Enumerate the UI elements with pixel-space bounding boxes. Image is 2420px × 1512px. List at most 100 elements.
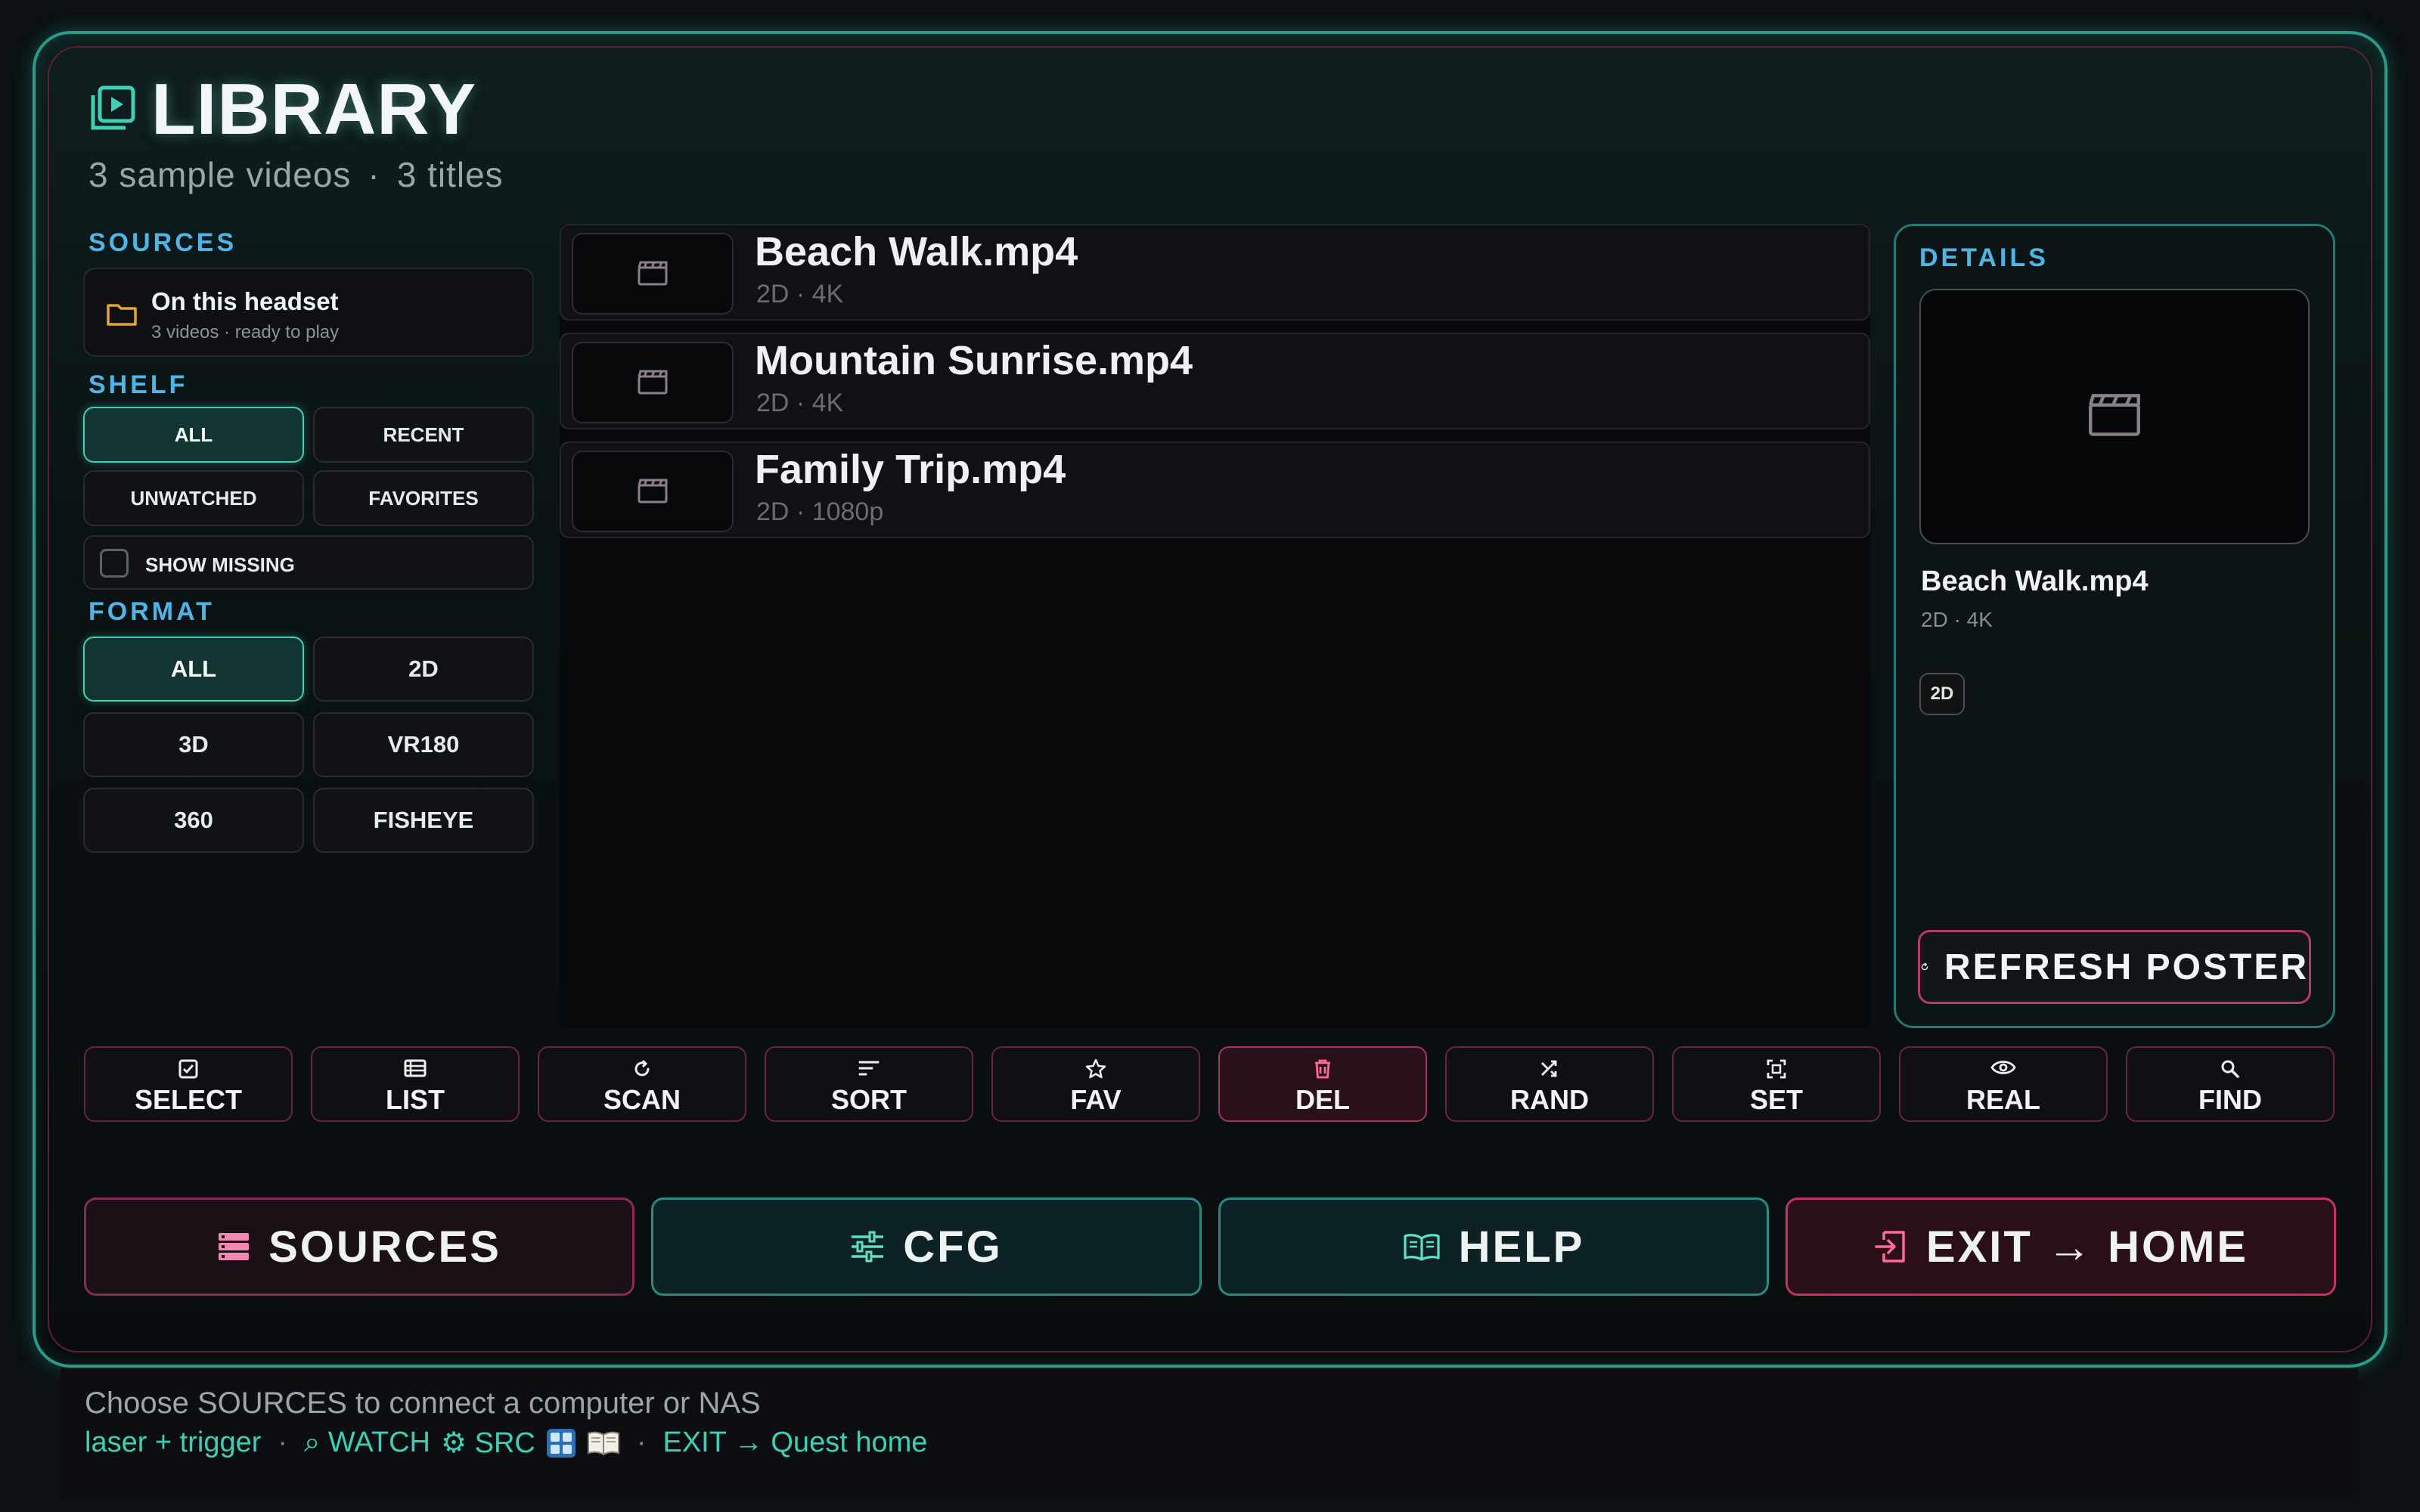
clapperboard-icon [638,479,668,503]
list-icon [404,1059,427,1077]
search-icon [2221,1060,2239,1078]
format-badge: 2D [1919,673,1965,715]
folder-icon [107,304,137,326]
source-on-headset[interactable]: On this headset 3 videos · ready to play [83,268,534,357]
details-section-label: DETAILS [1919,243,2049,272]
find-label: FIND [2198,1084,2262,1115]
find-button[interactable]: FIND [2126,1046,2335,1122]
controls-legend: laser + trigger · ⌕ WATCH ⚙ SRC · EXIT →… [85,1426,927,1460]
select-button[interactable]: SELECT [84,1046,293,1122]
format-fisheye-chip[interactable]: FISHEYE [313,788,534,853]
clapperboard-icon [638,370,668,395]
shelf-recent-chip[interactable]: RECENT [313,407,534,463]
source-name: On this headset [151,287,339,315]
watch-hint: ⌕ WATCH [304,1427,430,1458]
refresh-poster-label: REFRESH POSTER [1944,947,2309,987]
exit-home-button[interactable]: EXIT → HOME [1786,1198,2336,1296]
settings-icon [1767,1059,1786,1079]
video-meta: 2D · 4K [756,389,844,417]
legend-separator: · [278,1427,288,1458]
shelf-section-label: SHELF [88,370,188,399]
sliders-icon [852,1231,884,1263]
star-icon [1085,1058,1106,1079]
video-meta: 2D · 1080p [756,497,884,526]
show-missing-checkbox[interactable] [100,549,129,578]
scan-label: SCAN [603,1084,681,1115]
video-count: 3 sample videos [88,155,352,194]
sources-nav-label: SOURCES [268,1222,501,1272]
video-thumbnail [572,233,734,314]
help-nav-button[interactable]: HELP [1218,1198,1769,1296]
delete-label: DEL [1295,1084,1350,1115]
server-icon [219,1233,250,1260]
detail-video-meta: 2D · 4K [1921,608,1993,631]
video-name: Mountain Sunrise.mp4 [755,338,1193,383]
shelf-all-chip[interactable]: ALL [83,407,304,463]
format-vr180-chip[interactable]: VR180 [313,712,534,777]
clapperboard-icon [2089,394,2140,436]
list-label: LIST [386,1084,445,1115]
video-name: Beach Walk.mp4 [755,229,1078,274]
format-360-chip[interactable]: 360 [83,788,304,853]
cfg-nav-button[interactable]: CFG [651,1198,1202,1296]
select-label: SELECT [134,1084,242,1115]
laser-hint: laser + trigger [85,1427,262,1458]
sources-nav-button[interactable]: SOURCES [84,1198,634,1296]
eye-icon [1990,1061,2016,1074]
library-summary: 3 sample videos · 3 titles [88,154,504,195]
open-book-icon [587,1431,619,1455]
book-icon [1404,1234,1440,1261]
video-thumbnail [572,451,734,532]
sort-button[interactable]: SORT [765,1046,973,1122]
sort-icon [858,1061,880,1076]
trash-icon [1315,1059,1330,1079]
tiles-icon [546,1428,576,1458]
cfg-nav-label: CFG [903,1222,1003,1272]
poster-preview [1919,289,2310,544]
refresh-icon [634,1059,650,1077]
set-button[interactable]: SET [1672,1046,1881,1122]
video-row[interactable]: Mountain Sunrise.mp4 2D · 4K [560,333,1870,429]
summary-separator: · [368,155,380,194]
checkbox-icon [178,1059,198,1079]
format-2d-chip[interactable]: 2D [313,637,534,702]
src-hint: ⚙ SRC [440,1427,535,1459]
format-all-chip[interactable]: ALL [83,637,304,702]
random-button[interactable]: RAND [1445,1046,1654,1122]
video-row[interactable]: Beach Walk.mp4 2D · 4K [560,224,1870,321]
detail-video-name: Beach Walk.mp4 [1921,565,2149,597]
source-meta: 3 videos · ready to play [151,322,340,342]
sort-label: SORT [830,1084,907,1115]
video-row[interactable]: Family Trip.mp4 2D · 1080p [560,442,1870,538]
set-label: SET [1749,1084,1803,1115]
video-name: Family Trip.mp4 [755,447,1066,492]
scan-button[interactable]: SCAN [538,1046,746,1122]
exit-hint: EXIT → Quest home [662,1427,928,1458]
legend-separator: · [636,1427,647,1458]
favorite-label: FAV [1070,1084,1122,1115]
video-meta: 2D · 4K [756,280,844,308]
format-section-label: FORMAT [88,597,215,626]
list-button[interactable]: LIST [311,1046,520,1122]
real-label: REAL [1966,1084,2040,1115]
format-3d-chip[interactable]: 3D [83,712,304,777]
show-missing-label: SHOW MISSING [145,553,295,576]
footer-hint: Choose SOURCES to connect a computer or … [85,1387,761,1420]
title-count: 3 titles [396,155,504,194]
sources-section-label: SOURCES [88,228,237,257]
favorite-button[interactable]: FAV [991,1046,1200,1122]
shuffle-icon [1541,1060,1557,1077]
help-nav-label: HELP [1458,1222,1585,1272]
random-label: RAND [1510,1084,1589,1115]
clapperboard-icon [638,261,668,286]
page-title: LIBRARY [151,69,477,150]
delete-button[interactable]: DEL [1218,1046,1427,1122]
show-missing-toggle[interactable]: SHOW MISSING [83,535,534,590]
shelf-unwatched-chip[interactable]: UNWATCHED [83,470,304,526]
refresh-poster-button[interactable]: REFRESH POSTER [1918,930,2311,1004]
real-button[interactable]: REAL [1899,1046,2108,1122]
shelf-favorites-chip[interactable]: FAVORITES [313,470,534,526]
refresh-icon [1921,962,1928,971]
exit-icon [1875,1231,1905,1263]
exit-home-label: EXIT → HOME [1925,1222,2249,1272]
